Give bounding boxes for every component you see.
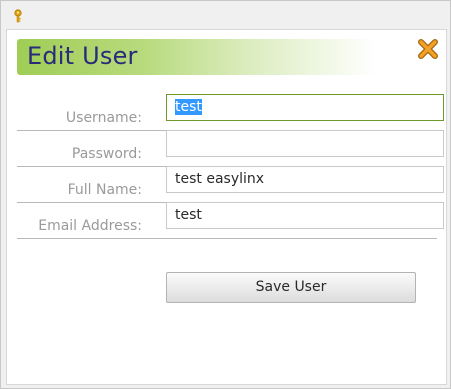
username-label: Username: [65, 110, 142, 126]
dialog-title: Edit User [27, 42, 138, 70]
password-label: Password: [71, 146, 142, 162]
save-user-button[interactable]: Save User [166, 272, 416, 303]
dialog-header: Edit User [17, 39, 377, 75]
dialog-body: Edit User Username: test Password: Full … [6, 29, 447, 385]
close-icon [418, 39, 438, 59]
username-row: Username: test [17, 94, 444, 131]
full-name-row: Full Name: test easylinx [17, 166, 444, 203]
close-button[interactable] [417, 38, 439, 60]
username-input[interactable]: test [166, 94, 444, 121]
password-row: Password: [17, 130, 444, 167]
email-label: Email Address: [38, 218, 142, 234]
edit-user-dialog: Edit User Username: test Password: Full … [0, 0, 451, 389]
key-icon [14, 9, 22, 23]
password-input[interactable] [166, 130, 444, 157]
email-row: Email Address: test [17, 202, 444, 239]
title-bar[interactable] [1, 1, 450, 29]
full-name-label: Full Name: [67, 182, 142, 198]
full-name-input[interactable]: test easylinx [166, 166, 444, 193]
username-value: test [175, 99, 202, 115]
email-input[interactable]: test [166, 202, 444, 229]
